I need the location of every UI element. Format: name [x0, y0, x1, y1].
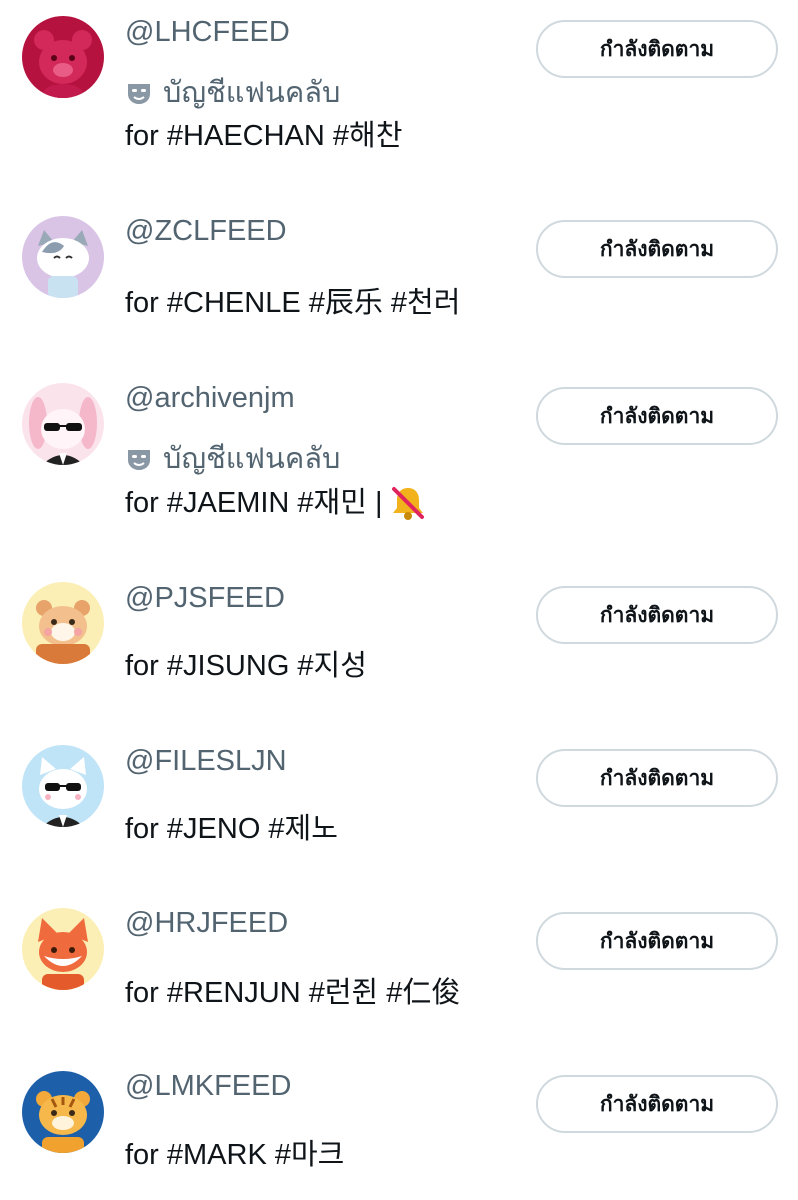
fanclub-label: บัญชีแฟนคลับ — [163, 443, 341, 475]
following-button[interactable]: กำลังติดตาม — [536, 749, 778, 807]
pink-rabbit-sunglasses-avatar[interactable] — [22, 383, 104, 465]
fox-avatar[interactable] — [22, 908, 104, 990]
account-handle[interactable]: @PJSFEED — [125, 581, 285, 615]
account-bio: for #HAECHAN #해찬 — [125, 118, 402, 154]
following-button[interactable]: กำลังติดตาม — [536, 1075, 778, 1133]
account-bio: for #CHENLE #辰乐 #천러 — [125, 285, 460, 321]
red-bear-avatar[interactable] — [22, 16, 104, 98]
gray-cat-avatar[interactable] — [22, 216, 104, 298]
following-button[interactable]: กำลังติดตาม — [536, 220, 778, 278]
bio-text: for #MARK #마크 — [125, 1139, 345, 1171]
bio-text: for #JENO #제노 — [125, 813, 338, 845]
account-handle[interactable]: @FILESLJN — [125, 744, 287, 778]
account-handle[interactable]: @HRJFEED — [125, 906, 288, 940]
white-cat-sunglasses-avatar[interactable] — [22, 745, 104, 827]
following-button[interactable]: กำลังติดตาม — [536, 586, 778, 644]
following-button[interactable]: กำลังติดตาม — [536, 387, 778, 445]
fanclub-badge: บัญชีแฟนคลับ — [125, 442, 340, 476]
bio-text: for #JISUNG #지성 — [125, 650, 367, 682]
tiger-avatar[interactable] — [22, 1071, 104, 1153]
account-bio: for #JAEMIN #재민 | — [125, 484, 427, 522]
account-handle[interactable]: @LMKFEED — [125, 1069, 291, 1103]
bio-text: for #CHENLE #辰乐 #천러 — [125, 287, 461, 319]
bio-text: for #JAEMIN #재민 | — [125, 487, 383, 519]
theater-mask-icon — [128, 450, 150, 470]
bio-text: for #RENJUN #런쥔 #仁俊 — [125, 977, 461, 1009]
following-button[interactable]: กำลังติดตาม — [536, 20, 778, 78]
account-bio: for #JISUNG #지성 — [125, 648, 367, 684]
theater-mask-icon — [128, 84, 150, 104]
fanclub-badge: บัญชีแฟนคลับ — [125, 76, 340, 110]
account-bio: for #MARK #마크 — [125, 1137, 344, 1173]
bio-text: for #HAECHAN #해찬 — [125, 120, 403, 152]
account-handle[interactable]: @LHCFEED — [125, 15, 290, 49]
account-handle[interactable]: @archivenjm — [125, 381, 295, 415]
account-bio: for #RENJUN #런쥔 #仁俊 — [125, 975, 460, 1011]
account-bio: for #JENO #제노 — [125, 811, 338, 847]
following-button[interactable]: กำลังติดตาม — [536, 912, 778, 970]
muted-bell-icon — [391, 487, 424, 520]
fanclub-label: บัญชีแฟนคลับ — [163, 77, 341, 109]
account-handle[interactable]: @ZCLFEED — [125, 214, 287, 248]
hamster-avatar[interactable] — [22, 582, 104, 664]
